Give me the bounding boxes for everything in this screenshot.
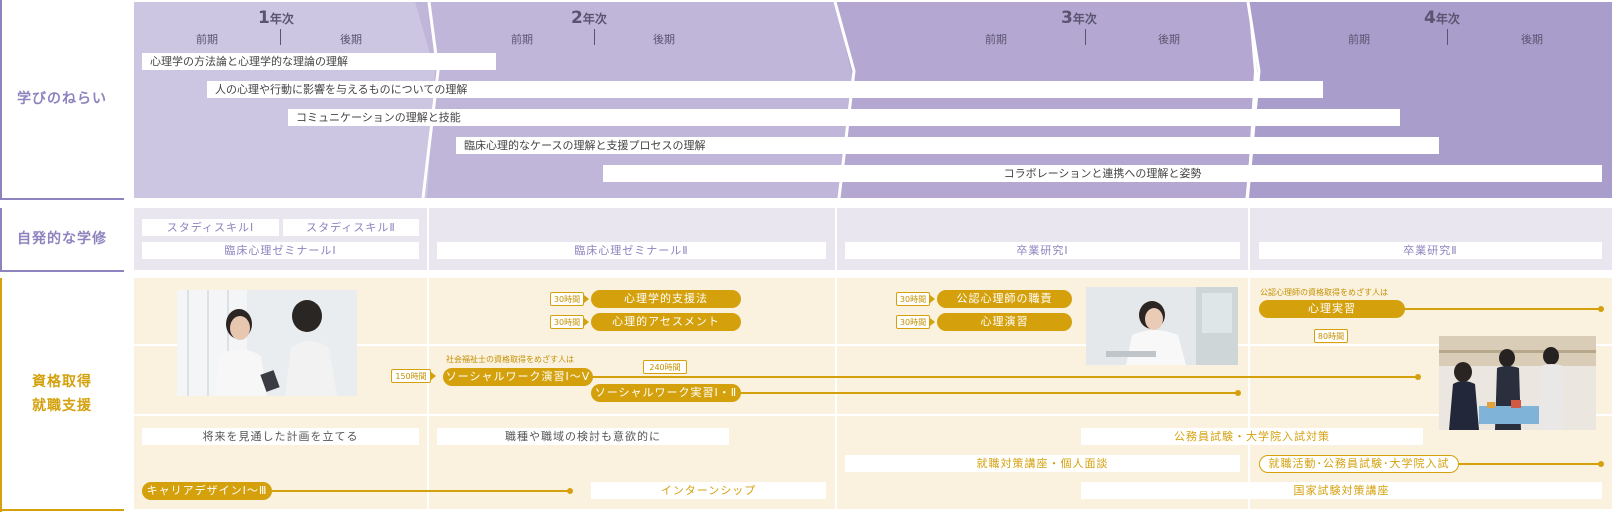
job-types-bar: 職種や職域の検討も意欲的に	[437, 428, 729, 445]
row-left-edge	[0, 208, 2, 272]
year-4-first-term: 前期	[1348, 33, 1370, 46]
year-1-second-term: 後期	[340, 33, 362, 46]
aim-bar-methodology: 心理学の方法論と心理学的な理論の理解	[142, 53, 496, 70]
course-psychologist-duties: 公認心理師の職責	[937, 290, 1072, 308]
job-hunting-pill: 就職活動･公務員試験･大学院入試	[1259, 455, 1459, 473]
hours-badge: 30時間	[550, 292, 584, 306]
year-4-title: 4年次	[1424, 8, 1460, 28]
civil-service-bar: 公務員試験・大学院入試対策	[1081, 428, 1423, 445]
year-1-first-term: 前期	[196, 33, 218, 46]
year-1-unit: 年次	[269, 12, 294, 26]
photo-student-desk	[1086, 287, 1238, 365]
year-divider	[835, 208, 837, 270]
year-4-second-term: 後期	[1521, 33, 1543, 46]
row-divider	[0, 198, 124, 200]
year-divider	[1248, 278, 1250, 509]
course-career-design: キャリアデザインⅠ～Ⅲ	[142, 482, 272, 500]
year-2-number: 2	[571, 8, 583, 28]
row-label-career-line2: 就職支援	[32, 398, 92, 414]
sw-exercise-line	[580, 376, 1418, 378]
row-label-career-line1: 資格取得	[32, 374, 92, 390]
row-left-edge	[0, 0, 2, 200]
year-2-second-term: 後期	[653, 33, 675, 46]
row-divider	[0, 270, 124, 272]
year-3-unit: 年次	[1072, 12, 1097, 26]
practice-line	[1400, 308, 1600, 310]
row-left-edge	[0, 278, 2, 512]
year-divider	[427, 208, 429, 270]
year-divider	[427, 278, 429, 509]
internship-bar: インターンシップ	[591, 482, 826, 499]
study-skill-1: スタディスキルⅠ	[142, 219, 279, 236]
row-divider	[0, 509, 124, 511]
career-design-line	[260, 490, 570, 492]
year-4-term-divider	[1447, 29, 1448, 45]
job-course-bar: 就職対策講座・個人面談	[845, 455, 1240, 472]
arrow-icon	[930, 318, 935, 326]
year-2-unit: 年次	[582, 12, 607, 26]
arrow-icon	[584, 295, 589, 303]
sw-exercise-line-end	[1415, 374, 1421, 380]
social-worker-note: 社会福祉士の資格取得をめざす人は	[446, 355, 574, 364]
year-2-term-divider	[594, 29, 595, 45]
aim-bar-collaboration: コラボレーションと連携への理解と姿勢	[603, 165, 1602, 182]
hours-badge: 80時間	[1314, 329, 1348, 343]
aim-bar-influences: 人の心理や行動に影響を与えるものについての理解	[207, 81, 1323, 98]
year-1-term-divider	[280, 29, 281, 45]
photo-students-model	[1439, 336, 1596, 430]
aim-bar-clinical-case: 臨床心理的なケースの理解と支援プロセスの理解	[456, 137, 1439, 154]
job-hunting-line-end	[1598, 461, 1604, 467]
year-3-title: 3年次	[1061, 8, 1097, 28]
year-4-unit: 年次	[1435, 12, 1460, 26]
row-label-aims-text: 学びのねらい	[17, 91, 107, 107]
arrow-icon	[930, 295, 935, 303]
year-3-first-term: 前期	[985, 33, 1007, 46]
practice-line-end	[1598, 306, 1604, 312]
row-label-self-study: 自発的な学修	[0, 208, 124, 270]
hours-badge: 30時間	[550, 315, 584, 329]
course-psych-practice: 心理実習	[1259, 300, 1405, 318]
row-label-self-study-text: 自発的な学修	[17, 231, 107, 247]
arrow-icon	[431, 372, 436, 380]
clinical-seminar-2: 臨床心理ゼミナールⅡ	[437, 242, 826, 259]
year-3-term-divider	[1085, 29, 1086, 45]
clinical-seminar-1: 臨床心理ゼミナールⅠ	[142, 242, 419, 259]
hours-badge: 30時間	[896, 315, 930, 329]
year-divider	[1248, 208, 1250, 270]
year-3-second-term: 後期	[1158, 33, 1180, 46]
course-sw-practice: ソーシャルワーク実習Ⅰ・Ⅱ	[591, 384, 741, 402]
graduation-research-2: 卒業研究Ⅱ	[1259, 242, 1602, 259]
sw-practice-line-end	[1235, 390, 1241, 396]
graduation-research-1: 卒業研究Ⅰ	[845, 242, 1240, 259]
national-exam-bar: 国家試験対策講座	[1081, 482, 1602, 499]
year-2-title: 2年次	[571, 8, 607, 28]
year-1-number: 1	[258, 8, 270, 28]
self-study-background	[134, 208, 1612, 270]
career-row-divider	[134, 414, 1612, 416]
year-2-first-term: 前期	[511, 33, 533, 46]
psychologist-note: 公認心理師の資格取得をめざす人は	[1260, 288, 1388, 297]
job-hunting-line	[1450, 463, 1600, 465]
year-3-number: 3	[1061, 8, 1073, 28]
plan-future-bar: 将来を見通した計画を立てる	[142, 428, 419, 445]
course-psych-exercise: 心理演習	[937, 313, 1072, 331]
study-skill-2: スタディスキルⅡ	[283, 219, 419, 236]
course-support-method: 心理学的支援法	[591, 290, 741, 308]
arrow-icon	[584, 318, 589, 326]
sw-practice-line	[700, 392, 1238, 394]
hours-badge: 150時間	[391, 369, 431, 383]
career-design-line-end	[567, 488, 573, 494]
course-assessment: 心理的アセスメント	[591, 313, 741, 331]
year-1-title: 1年次	[258, 8, 294, 28]
aim-bar-communication: コミュニケーションの理解と技能	[288, 109, 1400, 126]
row-label-career: 資格取得 就職支援	[0, 278, 124, 510]
course-sw-exercise: ソーシャルワーク演習Ⅰ～Ⅴ	[443, 368, 593, 386]
row-label-aims: 学びのねらい	[0, 0, 124, 198]
hours-badge: 240時間	[643, 360, 687, 374]
photo-counseling	[177, 290, 357, 396]
year-4-number: 4	[1424, 8, 1436, 28]
hours-badge: 30時間	[896, 292, 930, 306]
